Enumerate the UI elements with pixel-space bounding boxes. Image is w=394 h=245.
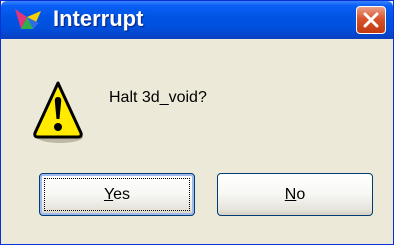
no-mnemonic: N	[284, 185, 297, 203]
no-label-rest: o	[296, 185, 306, 203]
app-icon	[13, 7, 43, 33]
focus-ring	[44, 178, 190, 211]
message-text: Halt 3d_void?	[109, 89, 207, 106]
title-bar[interactable]: Interrupt	[1, 1, 393, 39]
warning-icon	[31, 77, 85, 147]
dialog-title: Interrupt	[53, 6, 144, 31]
close-button[interactable]	[356, 6, 386, 34]
interrupt-dialog: Interrupt Halt 3d_void? Yes No	[0, 0, 394, 245]
no-label: No	[285, 186, 305, 204]
yes-button[interactable]: Yes	[39, 173, 195, 216]
no-button[interactable]: No	[217, 173, 373, 216]
close-icon	[363, 12, 379, 28]
